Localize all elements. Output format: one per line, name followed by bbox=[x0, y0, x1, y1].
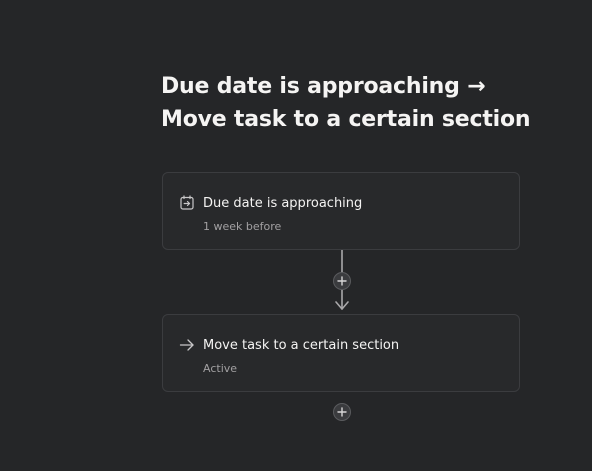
arrow-right-icon bbox=[179, 339, 194, 351]
add-step-between-button[interactable] bbox=[333, 272, 351, 290]
action-card[interactable]: Move task to a certain section Active bbox=[162, 314, 520, 392]
rule-title: Due date is approaching → Move task to a… bbox=[161, 70, 581, 136]
add-step-end-button[interactable] bbox=[333, 403, 351, 421]
plus-icon bbox=[337, 407, 347, 417]
trigger-label: Due date is approaching bbox=[203, 196, 363, 211]
trigger-card[interactable]: Due date is approaching 1 week before bbox=[162, 172, 520, 250]
action-label: Move task to a certain section bbox=[203, 338, 400, 353]
action-status: Active bbox=[203, 362, 238, 375]
rule-title-line-action: Move task to a certain section bbox=[161, 107, 531, 132]
rule-title-line-trigger: Due date is approaching → bbox=[161, 74, 486, 99]
plus-icon bbox=[337, 276, 347, 286]
trigger-detail: 1 week before bbox=[203, 220, 282, 233]
rule-editor-canvas: Due date is approaching → Move task to a… bbox=[0, 0, 592, 471]
calendar-arrow-icon bbox=[180, 195, 194, 210]
